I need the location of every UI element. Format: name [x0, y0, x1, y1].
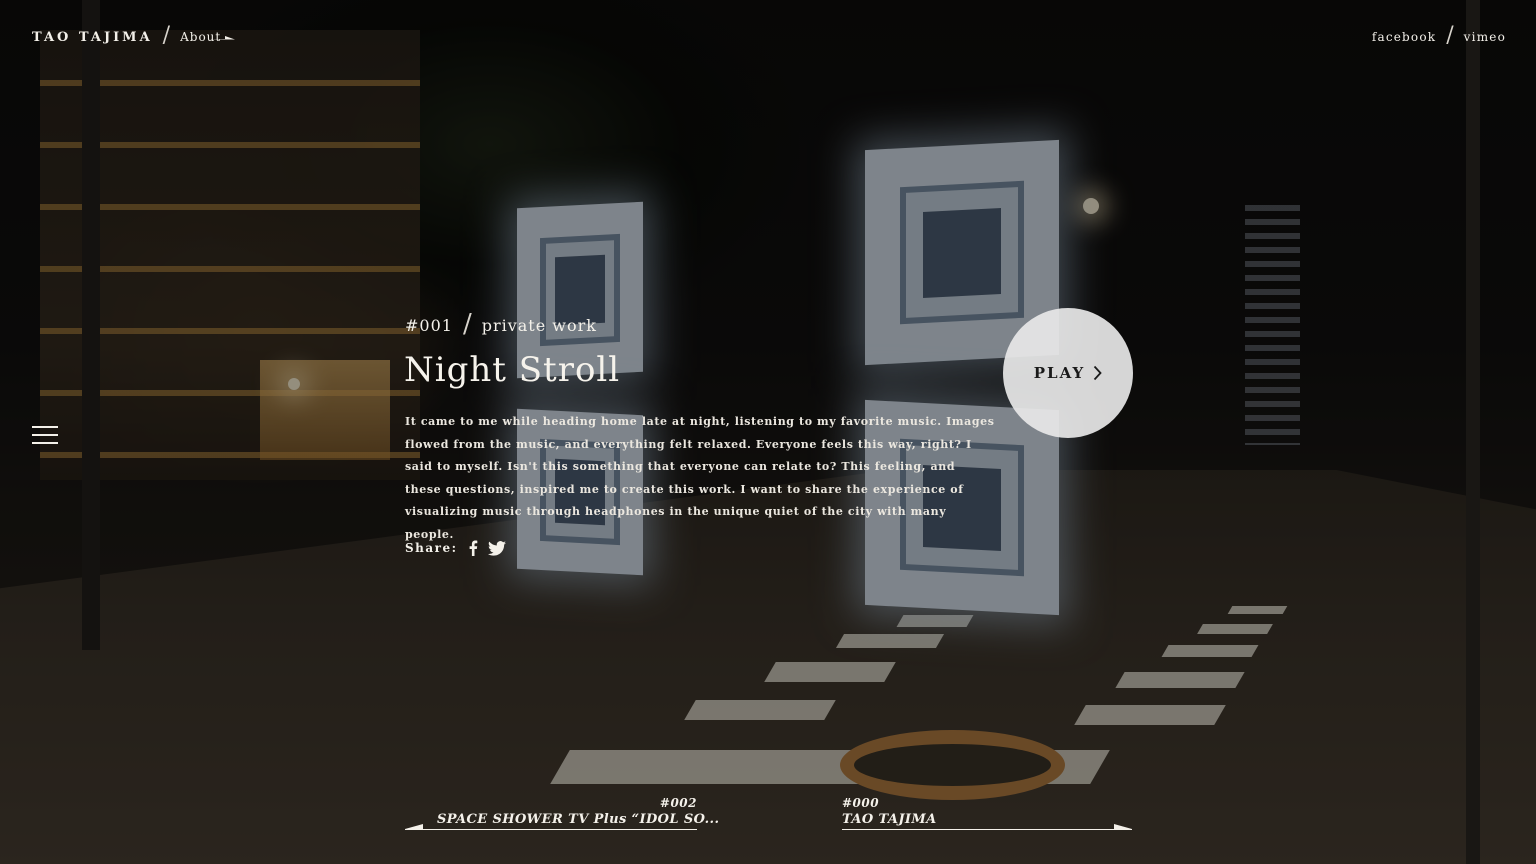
chevron-right-icon — [1094, 365, 1102, 381]
work-meta: #001 / private work — [405, 309, 597, 339]
facebook-icon[interactable] — [468, 540, 478, 556]
twitter-icon[interactable] — [487, 540, 506, 556]
about-arrow-icon — [207, 36, 235, 40]
work-category: private work — [481, 315, 597, 335]
share-bar: Share: — [405, 540, 506, 556]
next-work-number: #000 — [842, 796, 880, 810]
vimeo-link[interactable]: vimeo — [1464, 30, 1506, 44]
play-label: PLAY — [1033, 364, 1086, 382]
separator-slash: / — [1446, 23, 1454, 48]
social-links: facebook / vimeo — [1372, 23, 1506, 48]
work-description: It came to me while heading home late at… — [405, 415, 995, 541]
prev-work-link[interactable]: #002 SPACE SHOWER TV Plus “IDOL SO... — [405, 796, 719, 830]
separator-slash: / — [162, 23, 171, 48]
site-header-left: TAO TAJIMA / About — [32, 23, 221, 48]
next-work-link[interactable]: #000 TAO TAJIMA — [842, 796, 1132, 830]
facebook-link[interactable]: facebook — [1372, 30, 1436, 44]
arrow-right-icon — [842, 824, 1132, 830]
work-title: Night Stroll — [404, 350, 621, 390]
prev-work-number: #002 — [659, 796, 697, 810]
play-button[interactable]: PLAY — [1003, 308, 1133, 438]
arrow-left-icon — [405, 824, 697, 830]
site-logo[interactable]: TAO TAJIMA — [32, 30, 153, 45]
separator-slash: / — [462, 309, 472, 339]
hamburger-menu-icon[interactable] — [32, 426, 58, 446]
work-number: #001 — [405, 315, 453, 335]
share-label: Share: — [405, 541, 458, 555]
